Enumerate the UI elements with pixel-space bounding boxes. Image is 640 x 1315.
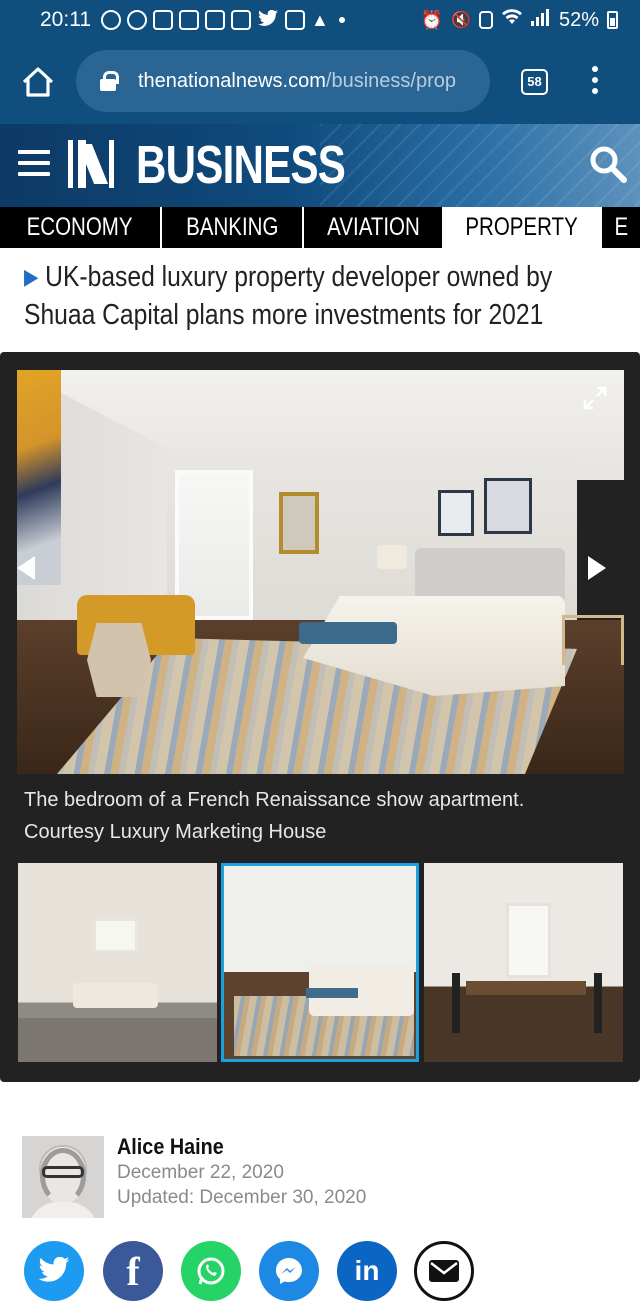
more-notifications-dot — [339, 17, 345, 23]
nav-item-property[interactable]: PROPERTY — [444, 207, 602, 248]
whatsapp-icon — [197, 1257, 225, 1285]
address-bar[interactable]: thenationalnews.com/business/prop — [76, 50, 490, 112]
search-icon[interactable] — [588, 144, 628, 184]
share-twitter-button[interactable] — [24, 1241, 84, 1301]
signal-icon — [530, 8, 551, 32]
updated-date: Updated: December 30, 2020 — [117, 1187, 367, 1208]
browser-toolbar: thenationalnews.com/business/prop 58 — [0, 40, 640, 124]
national-logo-icon[interactable] — [68, 140, 114, 188]
section-title[interactable]: BUSINESS — [136, 134, 346, 196]
twitter-icon — [38, 1257, 70, 1282]
linkedin-icon: in — [354, 1255, 380, 1286]
more-menu-icon[interactable] — [590, 66, 600, 98]
previous-arrow-icon[interactable] — [17, 556, 35, 580]
system-icons: ⏰ 🔇 52% — [421, 8, 618, 32]
app-icon — [231, 10, 251, 30]
gallery-thumbnail-bedroom-selected[interactable] — [221, 863, 419, 1062]
nav-item-economy[interactable]: ECONOMY — [0, 207, 162, 248]
article-headline: ▶ UK-based luxury property developer owne… — [24, 258, 624, 334]
headline-text: UK-based luxury property developer owned… — [24, 261, 553, 331]
messenger-icon — [276, 1258, 302, 1284]
url-domain: thenationalnews.com — [138, 69, 326, 92]
nav-item-more[interactable]: E — [602, 207, 640, 248]
next-arrow-icon[interactable] — [588, 556, 606, 580]
gmail-icon — [285, 10, 305, 30]
instagram-icon — [205, 10, 225, 30]
site-header: BUSINESS — [0, 124, 640, 207]
nfc-icon — [478, 11, 493, 29]
nav-item-banking[interactable]: BANKING — [162, 207, 304, 248]
gallery-thumbnail-dining-room[interactable] — [424, 863, 623, 1062]
gallery-thumbnail-bathroom[interactable] — [18, 863, 217, 1062]
share-whatsapp-button[interactable] — [181, 1241, 241, 1301]
battery-percent: 52% — [558, 8, 599, 31]
spotify-icon — [101, 10, 121, 30]
photo-gallery: The bedroom of a French Renaissance show… — [0, 352, 640, 1082]
wifi-icon — [501, 8, 523, 32]
home-icon[interactable] — [20, 64, 56, 100]
facebook-icon: f — [126, 1248, 140, 1294]
tab-switcher-button[interactable]: 58 — [521, 69, 548, 95]
fullscreen-expand-icon[interactable] — [583, 386, 607, 410]
url-text[interactable]: thenationalnews.com/business/prop — [138, 70, 478, 93]
play-triangle-icon: ▶ — [24, 264, 39, 289]
status-time: 20:11 — [40, 8, 91, 31]
email-icon — [429, 1260, 459, 1282]
alarm-icon: ⏰ — [420, 9, 444, 30]
battery-icon — [607, 11, 618, 29]
section-nav: ECONOMY BANKING AVIATION PROPERTY E — [0, 207, 640, 248]
mute-icon: 🔇 — [451, 12, 471, 29]
author-name[interactable]: Alice Haine — [117, 1134, 224, 1160]
published-date: December 22, 2020 — [117, 1162, 284, 1183]
status-bar: 20:11 ▲ ⏰ 🔇 52% — [0, 0, 640, 40]
tinder-icon: ▲ — [311, 10, 329, 30]
lock-icon — [100, 71, 119, 91]
instagram-icon — [179, 10, 199, 30]
twitter-icon — [257, 9, 279, 30]
gmail-icon — [153, 10, 173, 30]
nav-item-aviation[interactable]: AVIATION — [304, 207, 444, 248]
share-facebook-button[interactable]: f — [103, 1241, 163, 1301]
gallery-caption: The bedroom of a French Renaissance show… — [24, 784, 624, 848]
caption-text: The bedroom of a French Renaissance show… — [24, 789, 525, 811]
whatsapp-icon — [127, 10, 147, 30]
caption-credit: Courtesy Luxury Marketing House — [24, 821, 327, 843]
hamburger-menu-icon[interactable] — [18, 150, 50, 178]
share-email-button[interactable] — [414, 1241, 474, 1301]
share-linkedin-button[interactable]: in — [337, 1241, 397, 1301]
url-path: /business/prop — [325, 69, 456, 92]
author-avatar[interactable] — [22, 1136, 104, 1218]
gallery-main-image[interactable] — [17, 370, 624, 774]
notification-icons: ▲ — [101, 9, 331, 30]
share-messenger-button[interactable] — [259, 1241, 319, 1301]
